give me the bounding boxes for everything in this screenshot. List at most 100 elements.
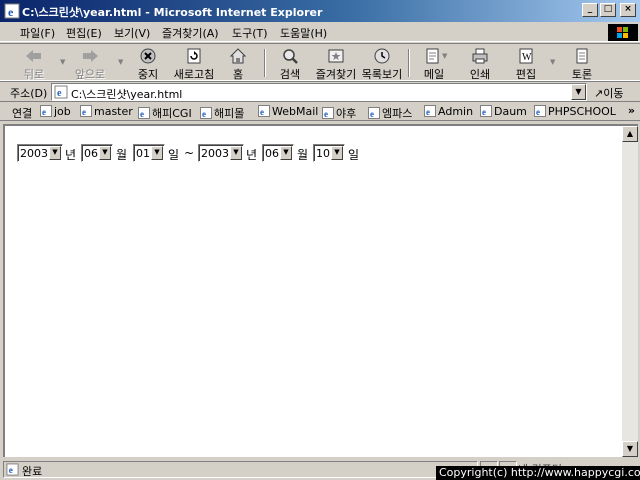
link-item[interactable]: e PHPSCHOOL bbox=[534, 105, 616, 118]
link-label: 해피몰 bbox=[214, 107, 245, 120]
svg-text:e: e bbox=[8, 5, 14, 19]
ie-link-icon: e bbox=[40, 105, 52, 117]
address-dropdown-icon[interactable]: ▼ bbox=[571, 84, 586, 100]
link-item[interactable]: e master bbox=[80, 105, 133, 118]
page-icon: e bbox=[54, 85, 68, 99]
forward-dropdown-icon[interactable]: ▼ bbox=[118, 58, 125, 66]
scroll-up-icon[interactable]: ▲ bbox=[622, 126, 638, 142]
stop-label: 중지 bbox=[137, 68, 159, 81]
forward-button[interactable]: 앞으로 bbox=[68, 47, 112, 81]
history-button[interactable]: 목록보기 bbox=[360, 47, 404, 81]
mail-dropdown-icon[interactable]: ▼ bbox=[442, 52, 449, 60]
start-year-select[interactable]: 2003 ▼ bbox=[17, 144, 63, 162]
links-bar: 연결 e job e master e 해피CGI e 해피몰 e WebMail e 야후… bbox=[0, 101, 640, 121]
link-item[interactable]: e 해피몰 bbox=[200, 105, 244, 121]
link-label: master bbox=[94, 105, 133, 118]
end-year-select[interactable]: 2003 ▼ bbox=[198, 144, 244, 162]
svg-text:W: W bbox=[522, 52, 532, 63]
link-item[interactable]: e 야후 bbox=[322, 105, 356, 121]
address-label: 주소(D) bbox=[10, 87, 48, 100]
link-label: 해피CGI bbox=[152, 107, 192, 120]
svg-text:e: e bbox=[42, 107, 46, 117]
menu-help[interactable]: 도움말(H) bbox=[280, 25, 327, 41]
ie-link-icon: e bbox=[80, 105, 92, 117]
svg-text:e: e bbox=[82, 107, 86, 117]
ie-link-icon: e bbox=[138, 107, 150, 119]
link-item[interactable]: e Daum bbox=[480, 105, 527, 118]
discuss-button[interactable]: 토론 bbox=[560, 47, 604, 81]
svg-text:e: e bbox=[140, 109, 144, 119]
mail-label: 메일 bbox=[423, 68, 445, 81]
link-item[interactable]: e 엠파스 bbox=[368, 105, 412, 121]
search-label: 검색 bbox=[279, 68, 301, 81]
close-button[interactable]: × bbox=[620, 3, 636, 17]
svg-text:e: e bbox=[260, 107, 264, 117]
edit-button[interactable]: W 편집 bbox=[504, 47, 548, 81]
menu-edit[interactable]: 편집(E) bbox=[66, 25, 102, 41]
discuss-icon bbox=[576, 48, 588, 64]
svg-text:e: e bbox=[202, 109, 206, 119]
copyright-overlay: Copyright(c) http://www.happycgi.com bbox=[436, 466, 640, 480]
chevron-down-icon: ▼ bbox=[331, 146, 343, 160]
print-button[interactable]: 인쇄 bbox=[458, 47, 502, 81]
link-item[interactable]: e WebMail bbox=[258, 105, 318, 118]
start-day-select[interactable]: 01 ▼ bbox=[133, 144, 165, 162]
minimize-button[interactable]: _ bbox=[582, 3, 598, 17]
svg-text:e: e bbox=[9, 466, 13, 476]
start-year-unit: 년 bbox=[65, 148, 77, 162]
address-bar: 주소(D) e C:\스크린샷\year.html ▼ ↗이동 bbox=[0, 81, 640, 101]
maximize-button[interactable]: □ bbox=[600, 3, 616, 17]
back-arrow-icon bbox=[26, 50, 41, 62]
chevron-down-icon: ▼ bbox=[280, 146, 292, 160]
start-month-select[interactable]: 06 ▼ bbox=[81, 144, 113, 162]
start-day-value: 01 bbox=[136, 147, 150, 160]
ie-link-icon: e bbox=[424, 105, 436, 117]
ie-link-icon: e bbox=[534, 105, 546, 117]
menu-favorites[interactable]: 즐겨찾기(A) bbox=[162, 25, 219, 41]
chevron-down-icon: ▼ bbox=[99, 146, 111, 160]
page-content: 2003 ▼ 년 06 ▼ 월 01 ▼ 일 ~ 2003 ▼ 년 06 ▼ 월… bbox=[3, 124, 622, 457]
mail-button[interactable]: 메일 bbox=[412, 47, 456, 81]
svg-text:e: e bbox=[370, 109, 374, 119]
edit-dropdown-icon[interactable]: ▼ bbox=[550, 58, 557, 66]
print-icon bbox=[472, 48, 488, 64]
link-item[interactable]: e Admin bbox=[424, 105, 473, 118]
stop-button[interactable]: 중지 bbox=[126, 47, 170, 81]
links-overflow-icon[interactable]: » bbox=[628, 104, 635, 117]
address-input[interactable]: e C:\스크린샷\year.html ▼ bbox=[51, 83, 587, 101]
range-separator: ~ bbox=[184, 146, 195, 160]
link-label: 야후 bbox=[336, 107, 357, 120]
history-icon bbox=[374, 48, 390, 64]
back-dropdown-icon[interactable]: ▼ bbox=[60, 58, 67, 66]
back-button[interactable]: 뒤로 bbox=[12, 47, 56, 81]
menu-bar: 파일(F) 편집(E) 보기(V) 즐겨찾기(A) 도구(T) 도움말(H) bbox=[0, 22, 640, 42]
link-item[interactable]: e job bbox=[40, 105, 71, 118]
stop-icon bbox=[140, 48, 156, 64]
toolbar-separator bbox=[264, 49, 266, 77]
scroll-down-icon[interactable]: ▼ bbox=[622, 441, 638, 457]
home-button[interactable]: 홈 bbox=[216, 47, 260, 81]
status-message-pane: e 완료 bbox=[3, 461, 478, 478]
edit-icon: W bbox=[519, 48, 533, 64]
go-button[interactable]: ↗이동 bbox=[594, 85, 623, 101]
menu-view[interactable]: 보기(V) bbox=[114, 25, 150, 41]
go-label: 이동 bbox=[603, 87, 624, 100]
vertical-scrollbar[interactable]: ▲ ▼ bbox=[622, 124, 638, 457]
history-label: 목록보기 bbox=[361, 68, 403, 81]
favorites-icon bbox=[328, 49, 344, 63]
end-month-select[interactable]: 06 ▼ bbox=[262, 144, 294, 162]
link-label: WebMail bbox=[272, 105, 319, 118]
link-item[interactable]: e 해피CGI bbox=[138, 105, 192, 121]
forward-label: 앞으로 bbox=[74, 68, 106, 81]
menu-file[interactable]: 파일(F) bbox=[20, 25, 55, 41]
refresh-button[interactable]: 새로고침 bbox=[172, 47, 216, 81]
end-month-unit: 월 bbox=[297, 148, 309, 162]
status-text: 완료 bbox=[22, 465, 43, 478]
end-day-select[interactable]: 10 ▼ bbox=[313, 144, 345, 162]
print-label: 인쇄 bbox=[469, 68, 491, 81]
menu-tools[interactable]: 도구(T) bbox=[232, 25, 268, 41]
end-year-unit: 년 bbox=[246, 148, 258, 162]
favorites-button[interactable]: 즐겨찾기 bbox=[314, 47, 358, 81]
search-button[interactable]: 검색 bbox=[268, 47, 312, 81]
link-label: 엠파스 bbox=[382, 107, 413, 120]
